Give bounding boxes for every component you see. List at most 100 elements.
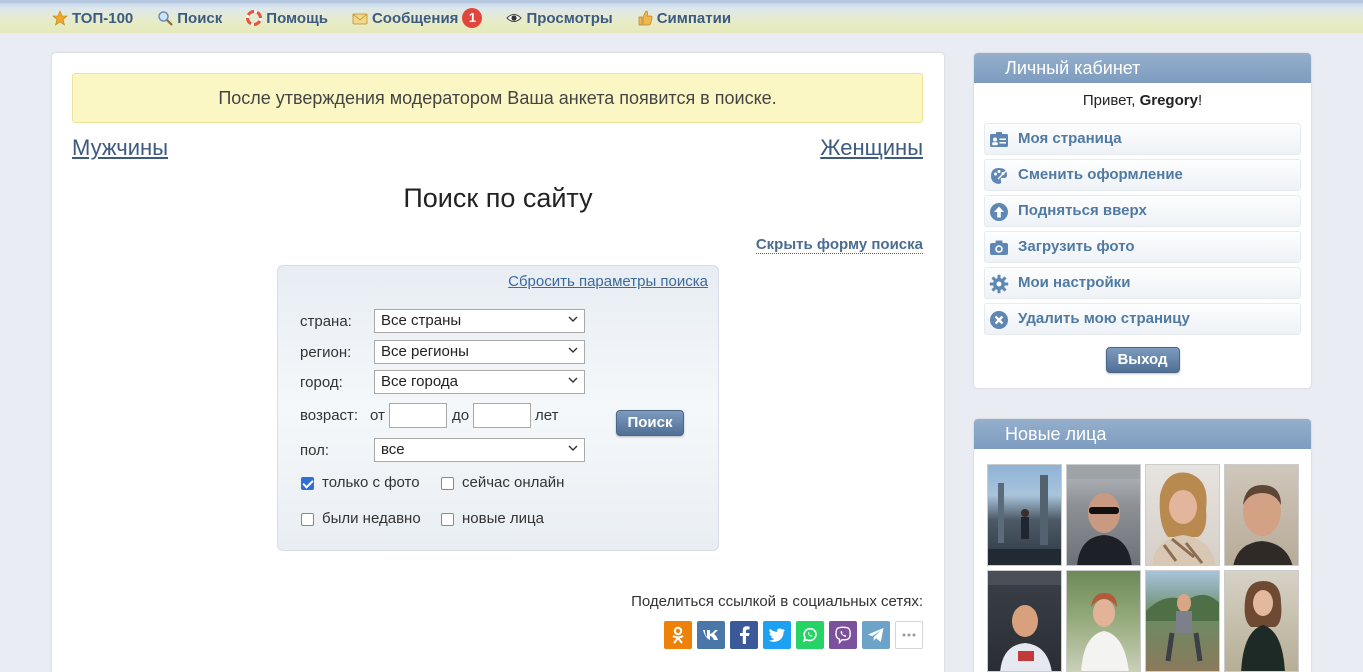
envelope-icon [352, 13, 368, 25]
username: Gregory [1139, 92, 1198, 109]
vk-icon[interactable] [697, 621, 725, 649]
age-label: возраст: [300, 407, 359, 424]
search-form: Сбросить параметры поиска страна: Все ст… [277, 265, 719, 551]
age-to-input[interactable] [473, 403, 531, 428]
city-label: город: [300, 374, 343, 391]
star-icon [52, 10, 68, 26]
age-from-input[interactable] [389, 403, 447, 428]
more-icon[interactable] [895, 621, 923, 649]
personal-cabinet-card: Личный кабинет Привет, Gregory! Моя стра… [974, 53, 1311, 388]
gender-label: пол: [300, 442, 330, 459]
city-select-value: Все города [381, 373, 458, 390]
telegram-icon[interactable] [862, 621, 890, 649]
region-select-value: Все регионы [381, 343, 469, 360]
men-link[interactable]: Мужчины [72, 135, 168, 161]
greeting: Привет, Gregory! [974, 92, 1311, 109]
profile-photo[interactable] [987, 464, 1062, 566]
profile-photo[interactable] [1224, 464, 1299, 566]
region-label: регион: [300, 344, 352, 361]
logout-button[interactable]: Выход [1105, 347, 1180, 373]
chevron-down-icon [568, 347, 578, 353]
nav-help[interactable]: Помощь [246, 8, 328, 28]
new-faces-grid [987, 464, 1299, 672]
top-navigation-bar: ТОП-100 Поиск Помощь Сообщения 1 Просмот… [0, 0, 1363, 33]
age-unit-label: лет [535, 407, 559, 424]
region-select[interactable]: Все регионы [374, 340, 585, 364]
nav-search[interactable]: Поиск [157, 8, 222, 28]
recently-active-checkbox[interactable] [301, 513, 314, 526]
online-now-label: сейчас онлайн [462, 474, 565, 491]
nav-messages[interactable]: Сообщения 1 [352, 8, 483, 28]
magnifier-icon [158, 11, 174, 26]
new-faces-checkbox[interactable] [441, 513, 454, 526]
nav-label: Поиск [177, 9, 223, 27]
city-select[interactable]: Все города [374, 370, 585, 394]
profile-photo[interactable] [987, 570, 1062, 672]
age-from-label: от [370, 407, 385, 424]
twitter-icon[interactable] [763, 621, 791, 649]
only-with-photo-checkbox[interactable] [301, 477, 314, 490]
viber-icon[interactable] [829, 621, 857, 649]
nav-views[interactable]: Просмотры [506, 8, 613, 28]
country-select[interactable]: Все страны [374, 309, 585, 333]
country-select-value: Все страны [381, 312, 462, 329]
id-card-icon [990, 132, 1008, 147]
whatsapp-icon[interactable] [796, 621, 824, 649]
age-to-label: до [452, 407, 470, 424]
nav-likes[interactable]: Симпатии [637, 8, 731, 28]
messages-count-badge: 1 [462, 8, 483, 28]
search-button[interactable]: Поиск [616, 410, 684, 436]
women-link[interactable]: Женщины [820, 135, 923, 161]
menu-label: Сменить оформление [1018, 166, 1183, 183]
menu-change-theme[interactable]: Сменить оформление [984, 159, 1301, 191]
chevron-down-icon [568, 316, 578, 322]
close-icon [990, 311, 1008, 329]
menu-settings[interactable]: Мои настройки [984, 267, 1301, 299]
nav-top100[interactable]: ТОП-100 [52, 8, 133, 28]
profile-photo[interactable] [1145, 464, 1220, 566]
menu-label: Мои настройки [1018, 274, 1131, 291]
gender-select[interactable]: все [374, 438, 585, 462]
greeting-prefix: Привет, [1082, 92, 1140, 109]
profile-photo[interactable] [1066, 570, 1141, 672]
menu-upload-photo[interactable]: Загрузить фото [984, 231, 1301, 263]
hide-search-form-link[interactable]: Скрыть форму поиска [755, 236, 923, 254]
eye-icon [506, 14, 523, 22]
gear-icon [989, 274, 1009, 294]
main-panel: После утверждения модератором Ваша анкет… [52, 53, 944, 672]
menu-label: Подняться вверх [1018, 202, 1147, 219]
new-faces-card: Новые лица [974, 419, 1311, 672]
new-faces-title: Новые лица [974, 419, 1311, 449]
top-nav: ТОП-100 Поиск Помощь Сообщения 1 Просмот… [52, 8, 755, 28]
profile-photo[interactable] [1224, 570, 1299, 672]
arrow-up-icon [990, 203, 1008, 221]
menu-label: Загрузить фото [1018, 238, 1135, 255]
recently-active-label: были недавно [322, 510, 421, 527]
menu-delete-page[interactable]: Удалить мою страницу [984, 303, 1301, 335]
personal-cabinet-title: Личный кабинет [974, 53, 1311, 83]
online-now-checkbox[interactable] [441, 477, 454, 490]
page-title: Поиск по сайту [403, 183, 593, 213]
odnoklassniki-icon[interactable] [664, 621, 692, 649]
gender-select-value: все [381, 441, 405, 458]
lifebuoy-icon [246, 10, 263, 26]
menu-label: Удалить мою страницу [1018, 310, 1190, 327]
menu-my-page[interactable]: Моя страница [984, 123, 1301, 155]
new-faces-label: новые лица [462, 510, 544, 527]
nav-label: ТОП-100 [72, 9, 134, 27]
share-text: Поделиться ссылкой в социальных сетях: [631, 593, 923, 610]
profile-photo[interactable] [1066, 464, 1141, 566]
thumbs-up-icon [638, 10, 653, 26]
moderation-notice: После утверждения модератором Ваша анкет… [72, 73, 923, 123]
facebook-icon[interactable] [730, 621, 758, 649]
nav-label: Просмотры [526, 9, 613, 27]
camera-icon [990, 240, 1008, 255]
nav-label: Симпатии [656, 9, 732, 27]
reset-search-link[interactable]: Сбросить параметры поиска [508, 273, 708, 290]
menu-raise-up[interactable]: Подняться вверх [984, 195, 1301, 227]
profile-photo[interactable] [1145, 570, 1220, 672]
chevron-down-icon [568, 377, 578, 383]
greeting-suffix: ! [1197, 92, 1203, 109]
menu-label: Моя страница [1018, 130, 1122, 147]
share-buttons [664, 621, 923, 649]
